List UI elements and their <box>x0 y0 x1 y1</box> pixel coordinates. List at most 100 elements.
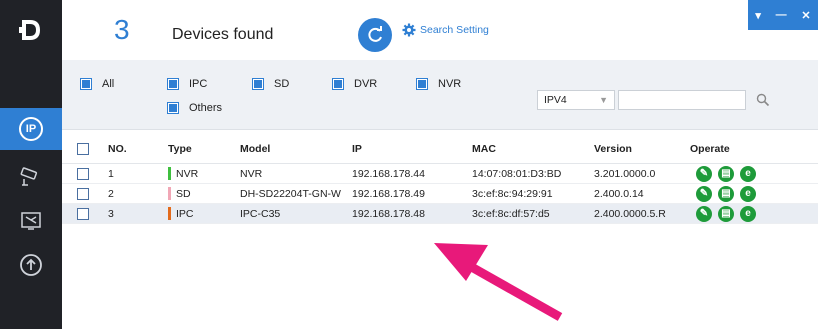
edit-icon[interactable]: ✎ <box>696 165 712 182</box>
row-checkbox[interactable] <box>77 167 89 180</box>
filter-others[interactable]: Others <box>167 102 222 114</box>
row-select-cell <box>77 164 89 183</box>
camera-icon <box>20 167 38 186</box>
type-color-bar <box>168 207 171 220</box>
details-icon[interactable]: ▤ <box>718 185 734 202</box>
row-checkbox[interactable] <box>77 207 89 220</box>
row-type-label: SD <box>176 187 191 200</box>
close-button[interactable]: ✕ <box>801 9 810 22</box>
row-no: 2 <box>108 187 114 200</box>
header-no: NO. <box>108 142 127 155</box>
config-tool-window: IP 3 Devices found Search Setting ▾ — ✕ … <box>0 0 818 329</box>
type-color-bar <box>168 187 171 200</box>
filter-ipc-label: IPC <box>189 78 208 90</box>
filter-sd-label: SD <box>274 78 290 90</box>
row-type: IPC <box>168 204 194 223</box>
edit-icon[interactable]: ✎ <box>696 205 712 222</box>
ip-search-input[interactable] <box>618 90 746 110</box>
refresh-icon <box>368 26 382 42</box>
browser-icon[interactable]: e <box>740 205 756 222</box>
header-operate: Operate <box>690 142 730 155</box>
app-logo <box>0 0 62 60</box>
table-header: NO. Type Model IP MAC Version Operate <box>62 134 818 164</box>
row-ip: 192.168.178.49 <box>352 187 425 200</box>
header-bar: 3 Devices found Search Setting ▾ — ✕ <box>62 0 818 60</box>
filter-ipc-checkbox[interactable] <box>167 78 179 90</box>
refresh-button[interactable] <box>358 18 392 52</box>
nav-item-upgrade[interactable] <box>0 244 62 286</box>
left-nav: IP <box>0 0 62 329</box>
select-all-cell <box>77 134 89 163</box>
row-operate: ✎ ▤ e <box>696 184 756 203</box>
annotation-arrow <box>434 243 563 321</box>
device-table: NO. Type Model IP MAC Version Operate 1 … <box>62 134 818 224</box>
filter-bar: All IPC SD DVR NVR Others IPV4 ▼ <box>62 60 818 130</box>
nav-item-camera[interactable] <box>0 156 62 198</box>
filter-sd-checkbox[interactable] <box>252 78 264 90</box>
filter-nvr-label: NVR <box>438 78 462 90</box>
devices-found-label: Devices found <box>172 26 274 43</box>
row-model: NVR <box>240 167 263 180</box>
row-select-cell <box>77 204 89 223</box>
header-model: Model <box>240 142 271 155</box>
search-setting-label: Search Setting <box>420 24 489 36</box>
browser-icon[interactable]: e <box>740 185 756 202</box>
filter-all[interactable]: All <box>80 78 114 90</box>
table-row[interactable]: 1 NVR NVR 192.168.178.44 14:07:08:01:D3:… <box>62 164 818 184</box>
row-version: 2.400.0.14 <box>594 187 644 200</box>
select-all-checkbox[interactable] <box>77 142 89 155</box>
chevron-down-icon: ▼ <box>599 95 608 105</box>
browser-icon[interactable]: e <box>740 165 756 182</box>
row-mac: 3c:ef:8c:df:57:d5 <box>472 207 550 220</box>
row-no: 1 <box>108 167 114 180</box>
ip-version-select[interactable]: IPV4 ▼ <box>537 90 615 110</box>
row-checkbox[interactable] <box>77 187 89 200</box>
window-controls: ▾ — ✕ <box>748 0 818 30</box>
filter-all-label: All <box>102 78 115 90</box>
filter-dvr[interactable]: DVR <box>332 78 377 90</box>
gear-icon <box>402 23 416 37</box>
header-ip: IP <box>352 142 362 155</box>
row-type: NVR <box>168 164 198 183</box>
nav-item-tools[interactable] <box>0 200 62 242</box>
row-operate: ✎ ▤ e <box>696 204 756 223</box>
search-setting-link[interactable]: Search Setting <box>402 23 489 37</box>
header-type: Type <box>168 142 192 155</box>
filter-sd[interactable]: SD <box>252 78 289 90</box>
filter-others-label: Others <box>189 102 223 114</box>
edit-icon[interactable]: ✎ <box>696 185 712 202</box>
row-type-label: IPC <box>176 207 194 220</box>
row-ip: 192.168.178.44 <box>352 167 425 180</box>
table-row[interactable]: 2 SD DH-SD22204T-GN-W 192.168.178.49 3c:… <box>62 184 818 204</box>
upgrade-icon <box>20 254 42 276</box>
row-mac: 14:07:08:01:D3:BD <box>472 167 562 180</box>
row-version: 3.201.0000.0 <box>594 167 656 180</box>
table-row[interactable]: 3 IPC IPC-C35 192.168.178.48 3c:ef:8c:df… <box>62 204 818 224</box>
details-icon[interactable]: ▤ <box>718 205 734 222</box>
filter-dvr-label: DVR <box>354 78 378 90</box>
menu-button[interactable]: ▾ <box>755 9 761 22</box>
device-count: 3 <box>114 14 130 45</box>
row-mac: 3c:ef:8c:94:29:91 <box>472 187 553 200</box>
type-color-bar <box>168 167 171 180</box>
filter-others-checkbox[interactable] <box>167 102 179 114</box>
header-mac: MAC <box>472 142 496 155</box>
search-icon[interactable] <box>756 93 770 107</box>
minimize-button[interactable]: — <box>776 9 787 21</box>
details-icon[interactable]: ▤ <box>718 165 734 182</box>
header-version: Version <box>594 142 632 155</box>
filter-all-checkbox[interactable] <box>80 78 92 90</box>
row-model: DH-SD22204T-GN-W <box>240 187 341 200</box>
filter-nvr[interactable]: NVR <box>416 78 461 90</box>
row-model: IPC-C35 <box>240 207 281 220</box>
filter-dvr-checkbox[interactable] <box>332 78 344 90</box>
row-type: SD <box>168 184 191 203</box>
row-ip: 192.168.178.48 <box>352 207 425 220</box>
row-type-label: NVR <box>176 167 199 180</box>
row-version: 2.400.0000.5.R <box>594 207 666 220</box>
logo-icon <box>19 20 40 40</box>
ip-version-value: IPV4 <box>544 94 567 106</box>
filter-nvr-checkbox[interactable] <box>416 78 428 90</box>
filter-ipc[interactable]: IPC <box>167 78 207 90</box>
nav-item-ip-search[interactable]: IP <box>0 108 62 150</box>
